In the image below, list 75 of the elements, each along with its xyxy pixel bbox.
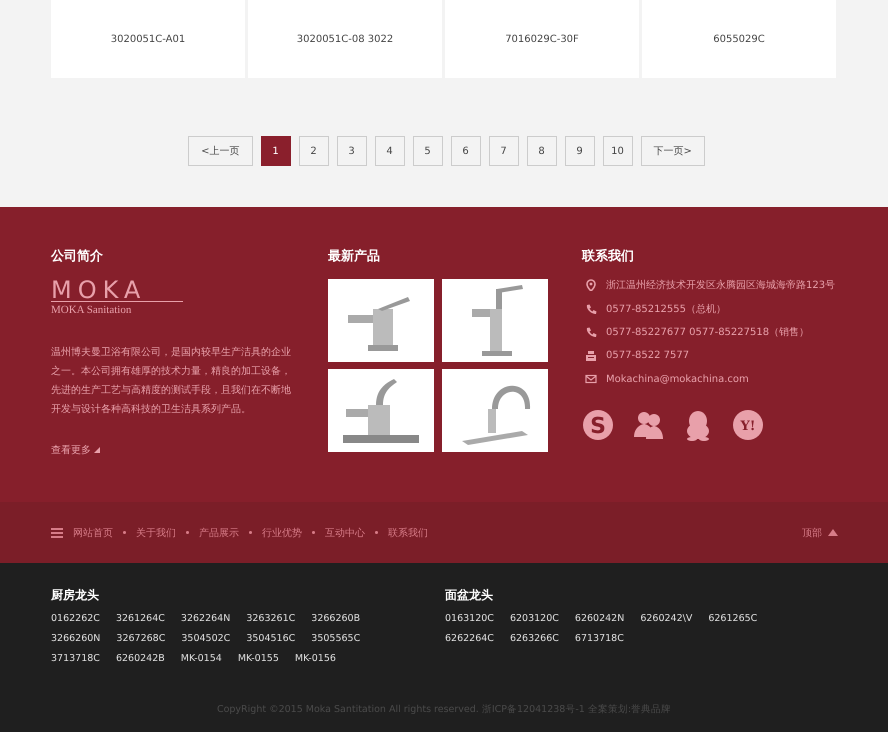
product-code-link[interactable]: 3263261C — [246, 611, 296, 626]
product-code-link[interactable]: 6713718C — [574, 631, 624, 646]
product-code-link[interactable]: 6203120C — [510, 611, 559, 626]
category-title: 面盆龙头 — [445, 587, 494, 603]
more-link[interactable]: 查看更多 — [51, 443, 100, 457]
group-icon[interactable] — [632, 409, 664, 441]
product-code-link[interactable]: 6260242\V — [640, 611, 692, 626]
page-button[interactable]: 3 — [336, 136, 366, 166]
skype-icon[interactable]: S — [582, 409, 614, 441]
phone-icon — [585, 302, 597, 314]
product-code-link[interactable]: 6263266C — [510, 631, 559, 646]
logo-subtitle: MOKA Sanitation — [51, 304, 132, 316]
product-card[interactable]: 7016029C-30F — [445, 0, 639, 78]
product-card[interactable]: 3020051C-08 3022 — [248, 0, 442, 78]
product-code-link[interactable]: 3713718C — [51, 651, 100, 666]
product-code: 7016029C-30F — [505, 34, 579, 44]
product-code-link[interactable]: 3266260N — [51, 631, 100, 646]
page-button[interactable]: 8 — [526, 136, 556, 166]
company-description: 温州博夫曼卫浴有限公司，是国内较早生产洁具的企业之一。本公司拥有雄厚的技术力量，精良的加工设备，先进的生产工艺与高精度的测试手段，且我们在不断地开发与设计各种高科技的卫生洁具系列产品。 — [51, 346, 291, 417]
address-icon — [585, 279, 597, 291]
product-code-link[interactable]: 6262264C — [445, 631, 494, 646]
section-title: 最新产品 — [328, 249, 381, 265]
page-button[interactable]: 1 — [260, 136, 290, 166]
product-code-link[interactable]: 3267268C — [116, 631, 166, 646]
product-code-link[interactable]: MK-0155 — [238, 651, 279, 666]
faucet-photo[interactable] — [442, 279, 548, 362]
product-code: 6055029C — [713, 34, 765, 44]
contact-phone: 0577-85227677 0577-85227518（销售） — [606, 326, 810, 339]
up-triangle-icon — [828, 529, 838, 536]
page-button[interactable]: 4 — [374, 136, 404, 166]
product-code-link[interactable]: 3266260B — [311, 611, 360, 626]
product-code: 3020051C-08 3022 — [296, 34, 394, 44]
product-card[interactable]: 3020051C-A01 — [51, 0, 245, 78]
faucet-photo[interactable] — [328, 279, 434, 362]
product-code-link[interactable]: 3505565C — [311, 631, 360, 646]
back-to-top-link[interactable]: 顶部 — [802, 526, 838, 540]
product-card[interactable]: 6055029C — [642, 0, 836, 78]
product-code-link[interactable]: MK-0156 — [294, 651, 336, 666]
product-code: 3020051C-A01 — [110, 34, 186, 44]
page-button[interactable]: 10 — [602, 136, 632, 166]
product-code-link[interactable]: 0163120C — [445, 611, 494, 626]
page-button[interactable]: 6 — [450, 136, 480, 166]
contact-fax: 0577-8522 7577 — [606, 350, 690, 361]
section-title: 联系我们 — [582, 249, 635, 265]
phone-icon — [585, 326, 597, 338]
menu-icon[interactable] — [51, 528, 63, 538]
page-button[interactable]: 5 — [412, 136, 442, 166]
product-code-link[interactable]: 6261265C — [708, 611, 758, 626]
yahoo-letters: Y! — [740, 419, 756, 434]
page-button[interactable]: 2 — [298, 136, 328, 166]
product-code-link[interactable]: 6260242B — [116, 651, 165, 666]
page-button[interactable]: 7 — [488, 136, 518, 166]
category-title: 厨房龙头 — [51, 587, 100, 603]
section-title: 公司简介 — [51, 249, 104, 265]
product-code-link[interactable]: 3504502C — [181, 631, 230, 646]
contact-address: 浙江温州经济技术开发区永腾园区海城海帝路123号 — [606, 278, 836, 292]
faucet-photo[interactable] — [328, 369, 434, 452]
fax-icon — [585, 350, 597, 362]
next-page-button[interactable]: 下一页> — [640, 136, 705, 166]
product-code-link[interactable]: 0162262C — [51, 611, 100, 626]
product-code-link[interactable]: 3261264C — [116, 611, 165, 626]
page-button[interactable]: 9 — [564, 136, 594, 166]
yahoo-icon[interactable]: Y! — [732, 409, 764, 441]
email-icon — [585, 373, 597, 385]
contact-email: Mokachina@mokachina.com — [606, 374, 749, 384]
prev-page-button[interactable]: <上一页 — [188, 136, 252, 166]
faucet-photo[interactable] — [442, 369, 548, 452]
contact-phone: 0577-85212555（总机） — [606, 302, 726, 316]
product-code-link[interactable]: 3262264N — [180, 611, 230, 626]
product-code-link[interactable]: 6260242N — [574, 611, 624, 626]
product-code-link[interactable]: 3504516C — [246, 631, 296, 646]
triangle-icon — [94, 447, 100, 453]
logo: MOKA — [51, 279, 183, 302]
skype-letter: S — [590, 414, 606, 439]
product-code-link[interactable]: MK-0154 — [180, 651, 222, 666]
